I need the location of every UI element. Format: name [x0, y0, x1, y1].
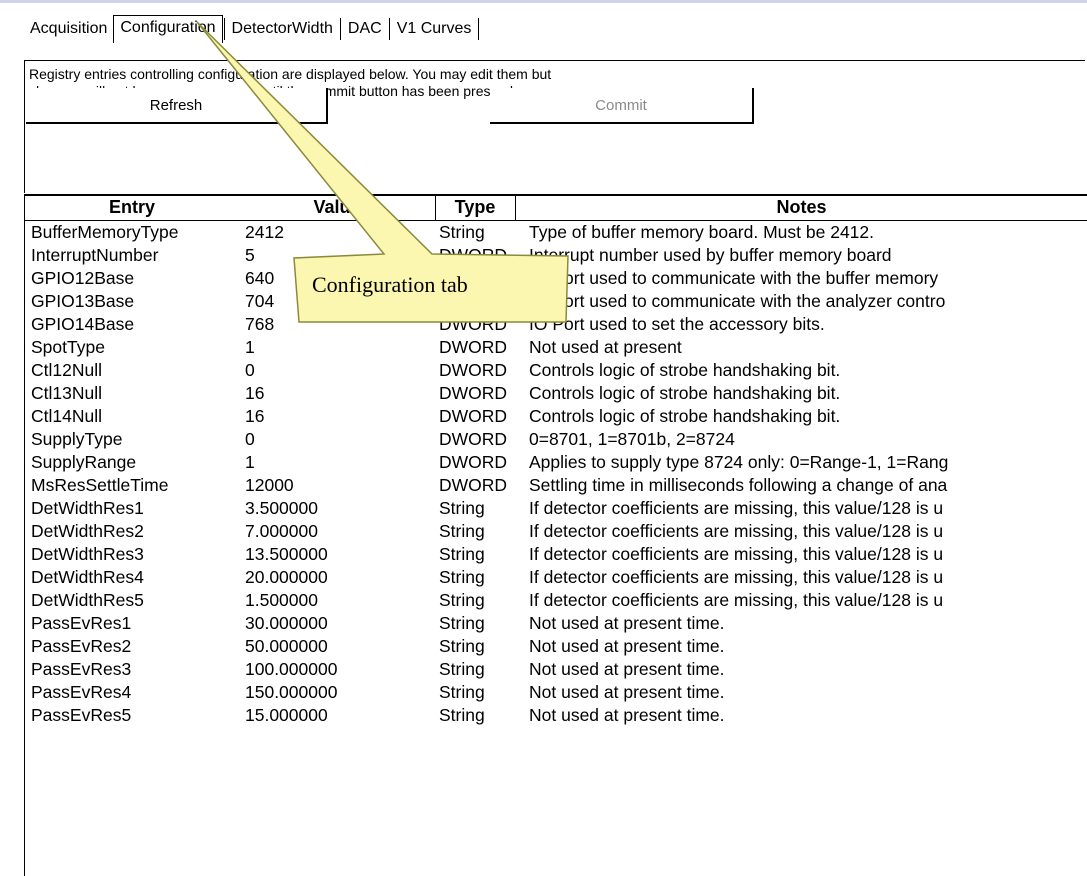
configuration-page: Acquisition Configuration DetectorWidth …	[0, 0, 1087, 876]
callout-annotation	[196, 21, 569, 323]
callout-label: Configuration tab	[312, 272, 468, 297]
